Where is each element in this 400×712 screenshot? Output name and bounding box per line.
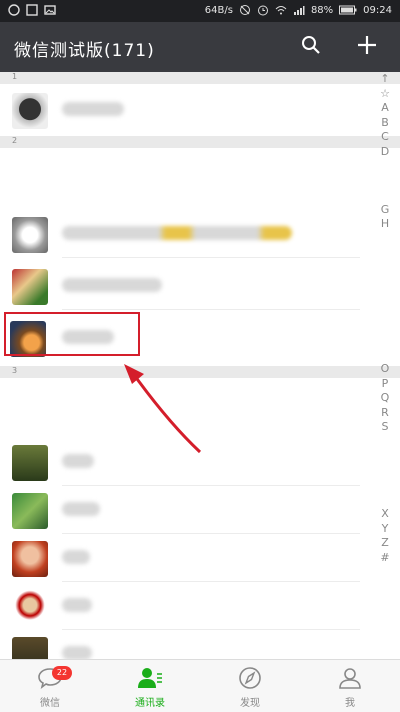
contact-row[interactable] bbox=[0, 86, 370, 134]
tab-discover[interactable]: 发现 bbox=[200, 660, 300, 712]
battery-icon bbox=[339, 4, 357, 16]
avatar bbox=[12, 589, 48, 625]
index-letter[interactable] bbox=[378, 464, 392, 479]
index-letter[interactable] bbox=[378, 232, 392, 247]
index-letter[interactable] bbox=[378, 275, 392, 290]
index-letter[interactable] bbox=[378, 435, 392, 450]
search-icon bbox=[301, 35, 321, 59]
avatar bbox=[12, 493, 48, 529]
index-letter[interactable]: ↑ bbox=[378, 72, 392, 87]
battery-percent: 88% bbox=[310, 4, 334, 16]
wechat-notification-icon bbox=[8, 4, 20, 16]
index-letter[interactable]: Z bbox=[378, 536, 392, 551]
index-letter[interactable]: B bbox=[378, 116, 392, 131]
contact-row[interactable] bbox=[0, 210, 370, 258]
index-letter[interactable] bbox=[378, 188, 392, 203]
section-header: 2 bbox=[0, 136, 400, 148]
tab-contacts[interactable]: 通讯录 bbox=[100, 660, 200, 712]
index-letter[interactable] bbox=[378, 319, 392, 334]
app-header: 微信测试版(171) bbox=[0, 22, 400, 72]
status-right: 64B/s 88% 09:24 bbox=[205, 4, 392, 16]
plus-icon bbox=[357, 35, 377, 59]
page-title: 微信测试版(171) bbox=[14, 41, 155, 61]
status-bar: 64B/s 88% 09:24 bbox=[0, 0, 400, 22]
tab-label: 微信 bbox=[40, 698, 60, 709]
wifi-icon bbox=[275, 4, 287, 16]
index-letter[interactable] bbox=[378, 174, 392, 189]
index-letter[interactable]: S bbox=[378, 420, 392, 435]
tab-bar: 22 微信 通讯录 发现 我 bbox=[0, 659, 400, 712]
index-letter[interactable] bbox=[378, 159, 392, 174]
status-left bbox=[8, 4, 56, 16]
contacts-icon bbox=[137, 666, 163, 690]
index-letter[interactable]: R bbox=[378, 406, 392, 421]
divider bbox=[62, 257, 360, 258]
divider bbox=[62, 309, 360, 310]
index-letter[interactable]: Q bbox=[378, 391, 392, 406]
clock: 09:24 bbox=[363, 4, 392, 16]
contact-name bbox=[62, 102, 124, 116]
index-letter[interactable]: D bbox=[378, 145, 392, 160]
contact-name bbox=[62, 454, 94, 468]
index-letter[interactable]: Y bbox=[378, 522, 392, 537]
tab-chats[interactable]: 22 微信 bbox=[0, 660, 100, 712]
index-letter[interactable]: ☆ bbox=[378, 87, 392, 102]
index-letter[interactable] bbox=[378, 478, 392, 493]
tab-label: 我 bbox=[345, 698, 355, 709]
contact-row[interactable] bbox=[0, 534, 370, 582]
alarm-icon bbox=[257, 4, 269, 16]
tab-me[interactable]: 我 bbox=[300, 660, 400, 712]
contact-row[interactable] bbox=[0, 262, 370, 310]
alphabet-index[interactable]: ↑ ☆ A B C D G H O P Q R S X Y Z # bbox=[378, 72, 392, 565]
search-button[interactable] bbox=[296, 32, 326, 62]
contact-name bbox=[62, 226, 292, 240]
index-letter[interactable] bbox=[378, 304, 392, 319]
mute-icon bbox=[239, 4, 251, 16]
index-letter[interactable]: C bbox=[378, 130, 392, 145]
index-letter[interactable] bbox=[378, 493, 392, 508]
avatar bbox=[12, 445, 48, 481]
bird-notification-icon bbox=[26, 4, 38, 16]
index-letter[interactable]: G bbox=[378, 203, 392, 218]
tab-label: 发现 bbox=[240, 698, 260, 709]
section-header: 1 bbox=[0, 72, 400, 84]
contact-row[interactable] bbox=[0, 486, 370, 534]
index-letter[interactable] bbox=[378, 261, 392, 276]
network-speed: 64B/s bbox=[204, 4, 233, 16]
unread-badge: 22 bbox=[52, 666, 72, 680]
pointer-arrow bbox=[124, 364, 202, 454]
image-notification-icon bbox=[44, 4, 56, 16]
index-letter[interactable]: O bbox=[378, 362, 392, 377]
contact-name bbox=[62, 598, 92, 612]
index-letter[interactable]: P bbox=[378, 377, 392, 392]
contact-row[interactable] bbox=[0, 582, 370, 630]
avatar bbox=[12, 93, 48, 129]
index-letter[interactable] bbox=[378, 348, 392, 363]
signal-icon bbox=[293, 4, 305, 16]
person-icon bbox=[337, 666, 363, 690]
avatar bbox=[12, 217, 48, 253]
compass-icon bbox=[237, 666, 263, 690]
contact-name bbox=[62, 502, 100, 516]
index-letter[interactable]: # bbox=[378, 551, 392, 566]
index-letter[interactable]: H bbox=[378, 217, 392, 232]
index-letter[interactable] bbox=[378, 449, 392, 464]
index-letter[interactable] bbox=[378, 333, 392, 348]
contact-name bbox=[62, 278, 162, 292]
contact-name bbox=[62, 550, 90, 564]
contact-name bbox=[62, 646, 92, 660]
index-letter[interactable] bbox=[378, 246, 392, 261]
tab-label: 通讯录 bbox=[135, 698, 165, 709]
index-letter[interactable]: A bbox=[378, 101, 392, 116]
add-button[interactable] bbox=[352, 32, 382, 62]
highlight-box bbox=[4, 312, 140, 356]
avatar bbox=[12, 541, 48, 577]
index-letter[interactable]: X bbox=[378, 507, 392, 522]
avatar bbox=[12, 269, 48, 305]
index-letter[interactable] bbox=[378, 290, 392, 305]
